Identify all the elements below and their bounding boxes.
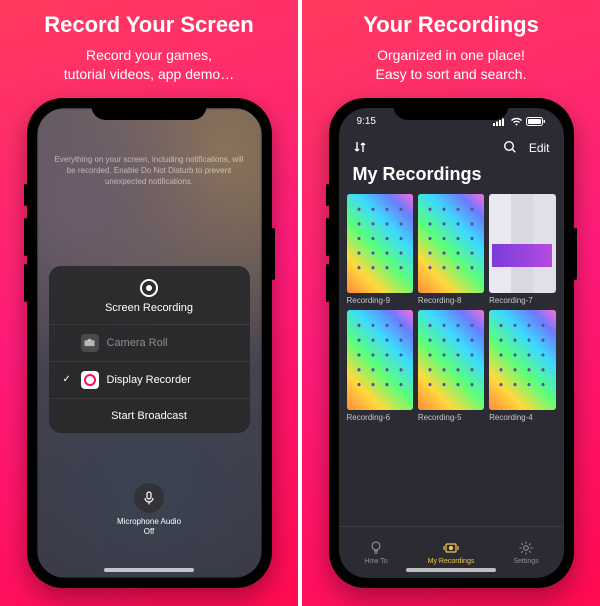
recording-thumbnail xyxy=(347,194,413,293)
phone-frame: Everything on your screen, including not… xyxy=(27,98,272,588)
section-title: My Recordings xyxy=(353,164,482,185)
recording-thumbnail xyxy=(418,194,484,293)
notch xyxy=(92,98,207,120)
home-indicator[interactable] xyxy=(104,568,194,572)
microphone-icon xyxy=(134,483,164,513)
recording-tile[interactable]: Recording-7 xyxy=(489,194,555,306)
side-button xyxy=(272,228,275,280)
record-icon xyxy=(140,279,158,297)
promo-panel-library: Your Recordings Organized in one place! … xyxy=(298,0,600,606)
sort-button[interactable] xyxy=(353,140,367,157)
panel-subtitle: Organized in one place! Easy to sort and… xyxy=(376,46,527,84)
broadcast-sheet: Screen Recording Camera Roll ✓ Display R… xyxy=(49,266,250,433)
microphone-label: Microphone AudioOff xyxy=(117,517,181,538)
status-time: 9:15 xyxy=(357,116,376,127)
recording-label: Recording-6 xyxy=(347,413,413,422)
recording-label: Recording-4 xyxy=(489,413,555,422)
tab-settings[interactable]: Settings xyxy=(489,527,564,578)
panel-subtitle: Record your games, tutorial videos, app … xyxy=(64,46,234,84)
option-label: Camera Roll xyxy=(107,337,168,349)
checkmark-icon: ✓ xyxy=(63,374,73,385)
option-camera-roll[interactable]: Camera Roll xyxy=(49,324,250,361)
volume-up-button xyxy=(326,218,329,256)
battery-icon xyxy=(526,117,546,126)
recording-tile[interactable]: Recording-6 xyxy=(347,310,413,422)
promo-panel-record: Record Your Screen Record your games, tu… xyxy=(0,0,298,606)
recording-disclaimer: Everything on your screen, including not… xyxy=(55,154,244,188)
recording-thumbnail xyxy=(347,310,413,409)
panel-title: Record Your Screen xyxy=(44,12,253,38)
volume-up-button xyxy=(24,218,27,256)
wifi-icon xyxy=(510,117,523,126)
tab-howto[interactable]: How To xyxy=(339,527,414,578)
mute-switch xyxy=(326,184,329,206)
recordings-icon xyxy=(442,540,460,556)
recording-thumbnail xyxy=(418,310,484,409)
search-button[interactable] xyxy=(503,140,517,157)
recordings-grid[interactable]: Recording-9 Recording-8 Recording-7 Recordi… xyxy=(347,194,556,522)
recording-label: Recording-9 xyxy=(347,296,413,305)
display-recorder-icon xyxy=(81,371,99,389)
edit-button[interactable]: Edit xyxy=(529,141,550,155)
sheet-title: Screen Recording xyxy=(49,302,250,314)
recording-tile[interactable]: Recording-5 xyxy=(418,310,484,422)
recording-label: Recording-8 xyxy=(418,296,484,305)
option-display-recorder[interactable]: ✓ Display Recorder xyxy=(49,361,250,398)
signal-icon xyxy=(493,117,507,126)
recording-label: Recording-5 xyxy=(418,413,484,422)
recording-thumbnail xyxy=(489,194,555,294)
microphone-toggle[interactable]: Microphone AudioOff xyxy=(37,483,262,538)
option-label: Display Recorder xyxy=(107,374,191,386)
sort-icon xyxy=(353,140,367,154)
recording-label: Recording-7 xyxy=(489,296,555,305)
lightbulb-icon xyxy=(368,540,384,556)
recording-tile[interactable]: Recording-8 xyxy=(418,194,484,306)
sheet-header: Screen Recording xyxy=(49,278,250,324)
recording-tile[interactable]: Recording-9 xyxy=(347,194,413,306)
recording-thumbnail xyxy=(489,310,555,410)
volume-down-button xyxy=(24,264,27,302)
phone-frame: 9:15 Edit My Recordings xyxy=(329,98,574,588)
mute-switch xyxy=(24,184,27,206)
volume-down-button xyxy=(326,264,329,302)
search-icon xyxy=(503,140,517,154)
recording-tile[interactable]: Recording-4 xyxy=(489,310,555,422)
status-bar: 9:15 xyxy=(339,112,564,132)
panel-title: Your Recordings xyxy=(363,12,539,38)
gear-icon xyxy=(518,540,534,556)
camera-roll-icon xyxy=(81,334,99,352)
side-button xyxy=(574,228,577,280)
home-indicator[interactable] xyxy=(406,568,496,572)
start-broadcast-button[interactable]: Start Broadcast xyxy=(49,398,250,433)
